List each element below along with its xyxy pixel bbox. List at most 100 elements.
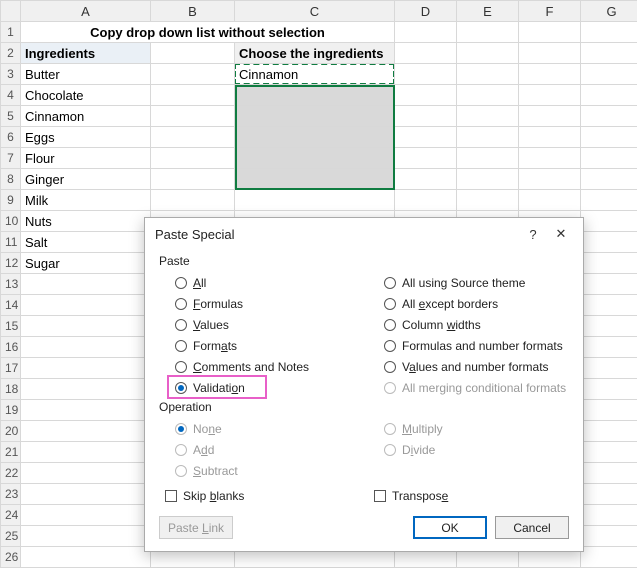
- cell[interactable]: [395, 148, 457, 169]
- cell[interactable]: [395, 64, 457, 85]
- row-header[interactable]: 18: [1, 379, 21, 400]
- cell[interactable]: Sugar: [21, 253, 151, 274]
- col-header[interactable]: F: [519, 1, 581, 22]
- cell[interactable]: [395, 85, 457, 106]
- radio-formulas[interactable]: Formulas: [175, 293, 360, 314]
- cell[interactable]: [581, 463, 637, 484]
- cell[interactable]: [21, 400, 151, 421]
- cell[interactable]: [21, 274, 151, 295]
- radio-comments[interactable]: Comments and Notes: [175, 356, 360, 377]
- row-header[interactable]: 8: [1, 169, 21, 190]
- cell[interactable]: [581, 211, 637, 232]
- radio-validation[interactable]: Validation: [175, 377, 360, 398]
- cell[interactable]: Copy drop down list without selection: [21, 22, 395, 43]
- cell[interactable]: [457, 148, 519, 169]
- cell[interactable]: [21, 421, 151, 442]
- cell[interactable]: [581, 232, 637, 253]
- cell[interactable]: Chocolate: [21, 85, 151, 106]
- row-header[interactable]: 20: [1, 421, 21, 442]
- cell[interactable]: [457, 22, 519, 43]
- cell[interactable]: [519, 106, 581, 127]
- cell[interactable]: [151, 169, 235, 190]
- cell[interactable]: [395, 22, 457, 43]
- cell[interactable]: [581, 85, 637, 106]
- cell[interactable]: [395, 43, 457, 64]
- skip-blanks-checkbox[interactable]: Skip blanks: [165, 485, 360, 506]
- cell[interactable]: [581, 400, 637, 421]
- row-header[interactable]: 12: [1, 253, 21, 274]
- cell[interactable]: [21, 379, 151, 400]
- cancel-button[interactable]: Cancel: [495, 516, 569, 539]
- radio-formulas-num[interactable]: Formulas and number formats: [384, 335, 569, 356]
- cell[interactable]: [151, 43, 235, 64]
- row-header[interactable]: 3: [1, 64, 21, 85]
- cell[interactable]: [581, 295, 637, 316]
- radio-all-except-borders[interactable]: All except borders: [384, 293, 569, 314]
- cell[interactable]: [581, 22, 637, 43]
- row-header[interactable]: 1: [1, 22, 21, 43]
- row-header[interactable]: 25: [1, 526, 21, 547]
- cell[interactable]: [581, 106, 637, 127]
- col-header[interactable]: C: [235, 1, 395, 22]
- cell[interactable]: [457, 43, 519, 64]
- row-header[interactable]: 14: [1, 295, 21, 316]
- cell[interactable]: Butter: [21, 64, 151, 85]
- row-header[interactable]: 7: [1, 148, 21, 169]
- cell[interactable]: [581, 253, 637, 274]
- row-header[interactable]: 4: [1, 85, 21, 106]
- col-header[interactable]: B: [151, 1, 235, 22]
- col-header[interactable]: G: [581, 1, 637, 22]
- transpose-checkbox[interactable]: Transpose: [374, 485, 569, 506]
- cell[interactable]: [395, 190, 457, 211]
- row-header[interactable]: 2: [1, 43, 21, 64]
- cell[interactable]: [581, 148, 637, 169]
- cell[interactable]: [235, 148, 395, 169]
- cell[interactable]: [581, 274, 637, 295]
- cell[interactable]: [395, 106, 457, 127]
- cell[interactable]: [457, 127, 519, 148]
- close-icon[interactable]: ✕: [547, 224, 575, 244]
- cell[interactable]: [151, 64, 235, 85]
- cell[interactable]: Flour: [21, 148, 151, 169]
- cell[interactable]: [235, 85, 395, 106]
- cell[interactable]: [519, 85, 581, 106]
- cell[interactable]: [21, 442, 151, 463]
- cell[interactable]: [151, 127, 235, 148]
- cell[interactable]: Nuts: [21, 211, 151, 232]
- row-header[interactable]: 23: [1, 484, 21, 505]
- cell[interactable]: [581, 505, 637, 526]
- cell[interactable]: [581, 316, 637, 337]
- corner-cell[interactable]: [1, 1, 21, 22]
- col-header[interactable]: E: [457, 1, 519, 22]
- cell[interactable]: [581, 442, 637, 463]
- row-header[interactable]: 5: [1, 106, 21, 127]
- cell[interactable]: Cinnamon▼: [235, 64, 395, 85]
- radio-all[interactable]: All: [175, 272, 360, 293]
- row-header[interactable]: 6: [1, 127, 21, 148]
- cell[interactable]: [457, 190, 519, 211]
- cell[interactable]: [581, 379, 637, 400]
- cell[interactable]: [581, 43, 637, 64]
- ok-button[interactable]: OK: [413, 516, 487, 539]
- cell[interactable]: [457, 106, 519, 127]
- cell[interactable]: Eggs: [21, 127, 151, 148]
- cell[interactable]: [151, 190, 235, 211]
- cell[interactable]: [581, 169, 637, 190]
- col-header[interactable]: D: [395, 1, 457, 22]
- cell[interactable]: [21, 295, 151, 316]
- cell[interactable]: [235, 169, 395, 190]
- cell[interactable]: [21, 505, 151, 526]
- cell[interactable]: [21, 358, 151, 379]
- col-header[interactable]: A: [21, 1, 151, 22]
- cell[interactable]: [395, 169, 457, 190]
- row-header[interactable]: 13: [1, 274, 21, 295]
- row-header[interactable]: 10: [1, 211, 21, 232]
- cell[interactable]: [581, 190, 637, 211]
- cell[interactable]: [21, 316, 151, 337]
- help-icon[interactable]: ?: [519, 224, 547, 244]
- cell[interactable]: [151, 106, 235, 127]
- cell[interactable]: [235, 127, 395, 148]
- cell[interactable]: [21, 484, 151, 505]
- row-header[interactable]: 11: [1, 232, 21, 253]
- row-header[interactable]: 22: [1, 463, 21, 484]
